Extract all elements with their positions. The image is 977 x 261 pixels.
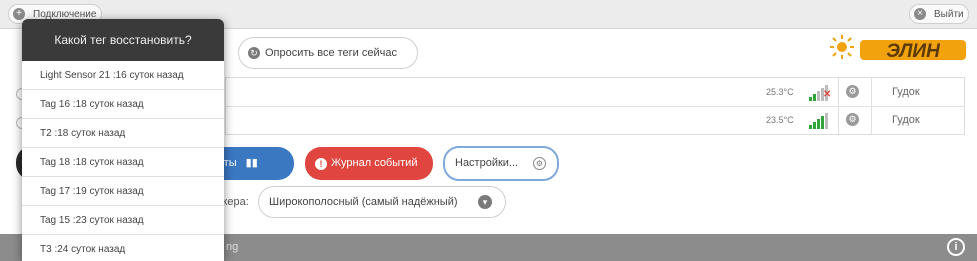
divider — [871, 106, 872, 134]
divider — [871, 78, 872, 106]
popup-list-item[interactable]: T2 :18 суток назад — [22, 119, 224, 148]
divider — [838, 106, 839, 134]
popup-list-item[interactable]: Tag 17 :19 суток назад — [22, 177, 224, 206]
chevron-down-icon: ▾ — [478, 195, 492, 209]
popup-list-item[interactable]: Tag 15 :23 суток назад — [22, 206, 224, 235]
info-icon[interactable]: i — [947, 238, 965, 256]
poll-all-button[interactable]: ↻ Опросить все теги сейчас — [238, 37, 418, 69]
gear-icon[interactable]: ⚙ — [846, 113, 859, 126]
poll-all-label: Опросить все теги сейчас — [265, 47, 397, 59]
logout-label: Выйти — [934, 9, 964, 20]
settings-button[interactable]: Настройки... ⚙ — [443, 146, 559, 181]
sun-icon — [830, 35, 854, 59]
popup-list-item[interactable]: T3 :24 суток назад — [22, 235, 224, 261]
mode-label: жера: — [220, 196, 249, 208]
popup-title: Какой тег восстановить? — [22, 19, 224, 61]
chart-icon: ▮▮ — [245, 157, 258, 169]
signal-bar — [825, 113, 828, 129]
gear-icon[interactable]: ⚙ — [846, 85, 859, 98]
signal-bar — [809, 97, 812, 101]
warning-icon: ! — [315, 158, 327, 170]
popup-list-item[interactable]: Tag 16 :18 суток назад — [22, 90, 224, 119]
event-log-button[interactable]: ! Журнал событий — [305, 147, 433, 180]
event-log-label: Журнал событий — [331, 157, 418, 169]
tag-table: 25.3°C ✕ ⚙ Гудок 23.5°C ⚙ Гудок — [225, 77, 965, 135]
refresh-icon: ↻ — [248, 47, 260, 59]
tag-temperature: 23.5°C — [766, 115, 794, 125]
tag-row[interactable]: 25.3°C ✕ ⚙ Гудок — [226, 78, 964, 107]
signal-bar — [809, 125, 812, 129]
signal-bar — [817, 91, 820, 101]
tag-row[interactable]: 23.5°C ⚙ Гудок — [226, 106, 964, 134]
logo-text: ЭЛИН — [886, 41, 941, 62]
footer-text: ng — [226, 241, 239, 253]
signal-icon: ✕ — [809, 83, 831, 101]
signal-icon — [809, 111, 831, 129]
logout-button[interactable]: × Выйти — [909, 4, 969, 24]
mode-value: Широкополосный (самый надёжный) — [269, 196, 458, 208]
beep-button[interactable]: Гудок — [892, 86, 920, 98]
gear-icon: ⚙ — [533, 157, 546, 170]
plus-icon: + — [13, 8, 25, 20]
mode-select[interactable]: Широкополосный (самый надёжный) ▾ — [258, 186, 506, 218]
settings-label: Настройки... — [455, 157, 519, 169]
signal-bar — [821, 116, 824, 129]
close-icon: × — [914, 8, 926, 20]
signal-bar — [817, 119, 820, 129]
signal-bar — [813, 94, 816, 101]
tag-temperature: 25.3°C — [766, 87, 794, 97]
popup-list-item[interactable]: Light Sensor 21 :16 суток назад — [22, 61, 224, 90]
beep-button[interactable]: Гудок — [892, 114, 920, 126]
popup-list-item[interactable]: Tag 18 :18 суток назад — [22, 148, 224, 177]
divider — [838, 78, 839, 106]
restore-tag-popup: Какой тег восстановить? Light Sensor 21 … — [22, 19, 224, 261]
elin-logo: ЭЛИН — [830, 35, 966, 62]
signal-warning-icon: ✕ — [823, 89, 832, 100]
signal-bar — [813, 122, 816, 129]
